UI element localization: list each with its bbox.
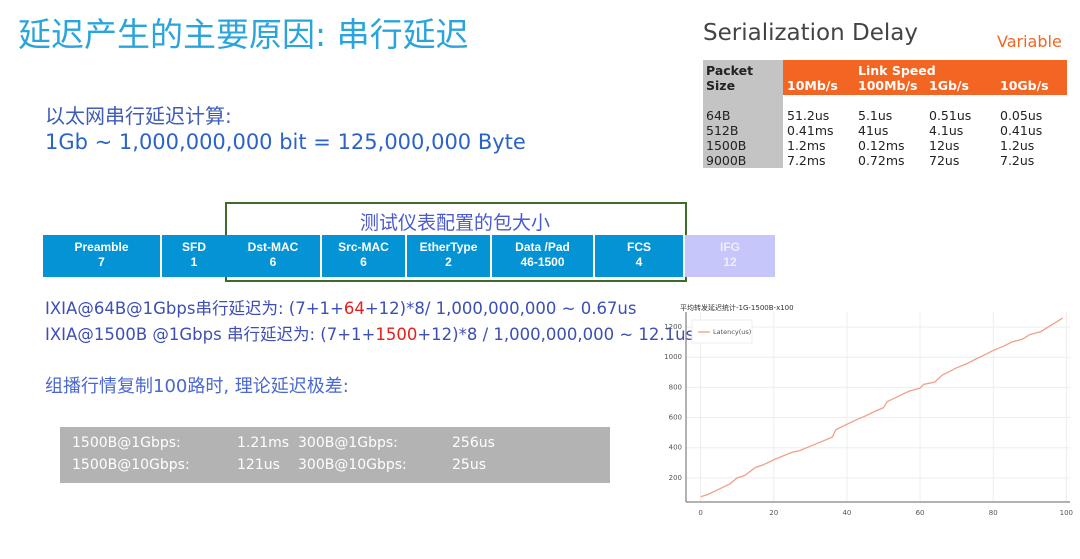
calc-formula: 1Gb ~ 1,000,000,000 bit = 125,000,000 By… bbox=[45, 130, 526, 154]
row-value: 0.41ms bbox=[787, 123, 834, 138]
latency-chart: 平均转发延迟统计-1G-1500B-x100 0 20 40 60 80 100 200 400… bbox=[664, 303, 1073, 517]
field-bytes: 2 bbox=[445, 255, 452, 269]
field-name: Preamble bbox=[74, 240, 129, 254]
row-value: 1.2us bbox=[1000, 138, 1035, 153]
col-header: 10Gb/s bbox=[1000, 78, 1049, 93]
y-tick-label: 200 bbox=[669, 474, 682, 482]
x-tick-label: 40 bbox=[842, 509, 851, 517]
serialization-table: Packet Size Link Speed 10Mb/s 100Mb/s 1G… bbox=[703, 60, 1067, 168]
row-value: 41us bbox=[858, 123, 889, 138]
field-name: Src-MAC bbox=[338, 240, 389, 254]
cell: 1500B@10Gbps: bbox=[72, 457, 190, 473]
cell: 300B@10Gbps: bbox=[298, 457, 407, 473]
row-size: 512B bbox=[706, 123, 739, 138]
packet-header: Packet bbox=[706, 63, 754, 78]
size-header: Size bbox=[706, 78, 736, 93]
highlight: 64 bbox=[343, 299, 365, 318]
y-tick-label: 400 bbox=[669, 444, 682, 452]
multicast-delay-box: 1500B@1Gbps: 1.21ms 300B@1Gbps: 256us 15… bbox=[60, 427, 610, 483]
row-value: 72us bbox=[929, 153, 960, 168]
row-value: 5.1us bbox=[858, 108, 893, 123]
field-name: SFD bbox=[182, 240, 206, 254]
col-header: 1Gb/s bbox=[929, 78, 969, 93]
frame-field-data-pad: Data /Pad 46-1500 bbox=[492, 235, 593, 277]
configured-packet-label: 测试仪表配置的包大小 bbox=[359, 212, 550, 234]
field-bytes: 7 bbox=[98, 255, 105, 269]
row-value: 51.2us bbox=[787, 108, 830, 123]
link-speed-header: Link Speed bbox=[858, 63, 936, 78]
row-value: 0.72ms bbox=[858, 153, 905, 168]
frame-field-fcs: FCS 4 bbox=[595, 235, 683, 277]
ixia-64b-line: IXIA@64B@1Gbps串行延迟为: (7+1+64+12)*8/ 1,00… bbox=[45, 295, 637, 319]
row-value: 12us bbox=[929, 138, 960, 153]
row-value: 0.12ms bbox=[858, 138, 905, 153]
field-bytes: 12 bbox=[723, 255, 737, 269]
frame-field-src-mac: Src-MAC 6 bbox=[322, 235, 405, 277]
row-value: 0.05us bbox=[1000, 108, 1043, 123]
col-header: 100Mb/s bbox=[858, 78, 918, 93]
field-name: Data /Pad bbox=[515, 240, 570, 254]
highlight: 1500 bbox=[375, 325, 418, 344]
field-bytes: 6 bbox=[360, 255, 367, 269]
serialization-heading: Serialization Delay bbox=[703, 20, 918, 46]
text: +12)*8/ 1,000,000,000 ~ 0.67us bbox=[364, 299, 637, 318]
cell: 300B@1Gbps: bbox=[298, 435, 398, 451]
row-value: 7.2ms bbox=[787, 153, 826, 168]
row-value: 0.41us bbox=[1000, 123, 1043, 138]
cell: 256us bbox=[452, 435, 495, 451]
ixia-1500b-line: IXIA@1500B @1Gbps 串行延迟为: (7+1+1500+12)*8… bbox=[45, 321, 694, 345]
row-size: 1500B bbox=[706, 138, 747, 153]
calc-label: 以太网串行延迟计算: bbox=[45, 104, 232, 128]
text: IXIA@1500B @1Gbps 串行延迟为: (7+1+ bbox=[45, 325, 376, 344]
cell: 1500B@1Gbps: bbox=[72, 435, 181, 451]
y-tick-label: 800 bbox=[669, 383, 682, 391]
slide-title: 延迟产生的主要原因: 串行延迟 bbox=[18, 15, 469, 54]
frame-field-dst-mac: Dst-MAC 6 bbox=[226, 235, 320, 277]
frame-field-ifg: IFG 12 bbox=[685, 235, 775, 277]
x-tick-label: 100 bbox=[1060, 509, 1073, 517]
row-value: 1.2ms bbox=[787, 138, 826, 153]
latency-line bbox=[700, 317, 1064, 498]
field-bytes: 6 bbox=[269, 255, 277, 269]
variable-label: Variable bbox=[997, 32, 1062, 51]
field-bytes: 46-1500 bbox=[520, 255, 565, 269]
row-value: 7.2us bbox=[1000, 153, 1035, 168]
col-header: 10Mb/s bbox=[787, 78, 838, 93]
row-value: 4.1us bbox=[929, 123, 964, 138]
frame-field-sfd: SFD 1 bbox=[162, 235, 226, 277]
y-tick-label: 1200 bbox=[664, 323, 682, 331]
row-size: 9000B bbox=[706, 153, 747, 168]
row-size: 64B bbox=[706, 108, 731, 123]
cell: 1.21ms bbox=[237, 435, 290, 451]
frame-field-ethertype: EtherType 2 bbox=[407, 235, 490, 277]
x-tick-label: 60 bbox=[916, 509, 925, 517]
row-value: 0.51us bbox=[929, 108, 972, 123]
cell: 121us bbox=[237, 457, 280, 473]
multicast-label: 组播行情复制100路时, 理论延迟极差: bbox=[45, 376, 349, 397]
y-tick-label: 1000 bbox=[664, 353, 682, 361]
chart-title: 平均转发延迟统计-1G-1500B-x100 bbox=[680, 303, 794, 312]
x-tick-label: 0 bbox=[698, 509, 702, 517]
field-bytes: 1 bbox=[190, 255, 198, 269]
frame-field-preamble: Preamble 7 bbox=[43, 235, 160, 277]
x-tick-label: 80 bbox=[989, 509, 998, 517]
field-name: Dst-MAC bbox=[247, 240, 299, 254]
legend-label: Latency(us) bbox=[713, 328, 751, 336]
field-bytes: 4 bbox=[635, 255, 643, 269]
cell: 25us bbox=[452, 457, 486, 473]
x-tick-label: 20 bbox=[769, 509, 778, 517]
text: IXIA@64B@1Gbps串行延迟为: (7+1+ bbox=[45, 299, 344, 318]
y-tick-label: 600 bbox=[669, 414, 682, 422]
text: +12)*8 / 1,000,000,000 ~ 12.1us bbox=[417, 325, 695, 344]
field-name: EtherType bbox=[419, 240, 478, 254]
field-name: FCS bbox=[627, 240, 651, 254]
field-name: IFG bbox=[720, 240, 740, 254]
